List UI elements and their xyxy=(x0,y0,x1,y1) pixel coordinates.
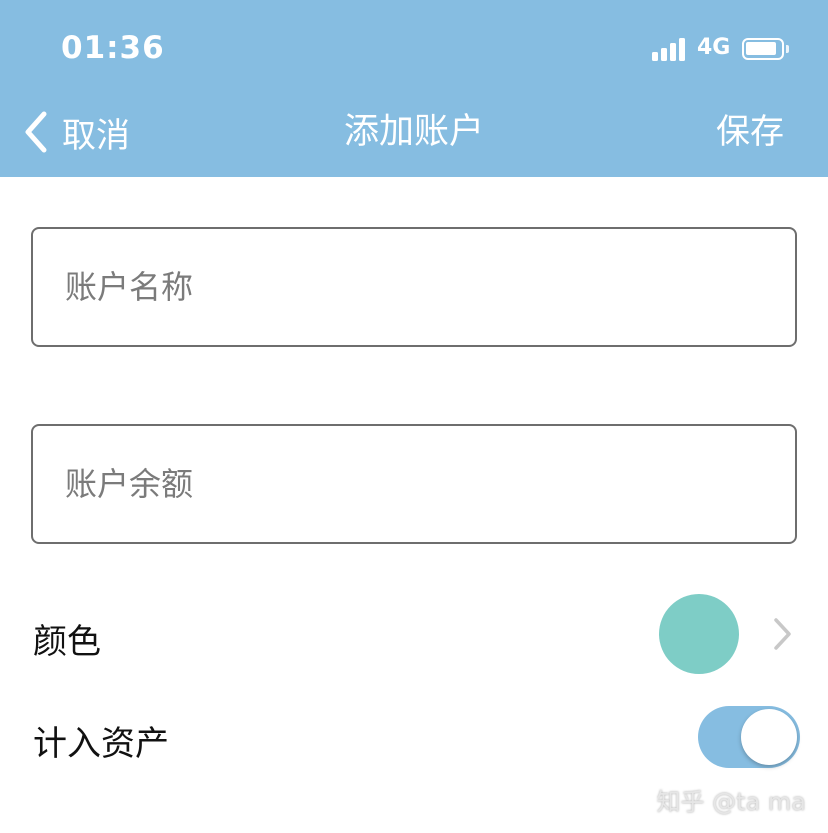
header: 01:36 4G 取消 添加账户 保存 xyxy=(0,0,828,177)
status-time: 01:36 xyxy=(61,30,165,66)
status-bar: 01:36 4G xyxy=(0,0,828,100)
chevron-left-icon xyxy=(25,111,47,153)
account-balance-field xyxy=(31,424,797,544)
network-type: 4G xyxy=(697,35,731,60)
color-swatch[interactable] xyxy=(659,594,739,674)
signal-strength-icon xyxy=(652,38,690,61)
chevron-right-icon[interactable] xyxy=(770,614,794,654)
nav-bar: 取消 添加账户 保存 xyxy=(0,100,828,177)
toggle-knob xyxy=(741,709,797,765)
include-in-assets-toggle[interactable] xyxy=(698,706,800,768)
cancel-label: 取消 xyxy=(62,115,130,156)
color-label: 颜色 xyxy=(33,622,101,662)
save-button[interactable]: 保存 xyxy=(716,108,784,156)
battery-icon xyxy=(742,38,789,60)
account-balance-input[interactable] xyxy=(33,426,795,542)
cancel-button[interactable]: 取消 xyxy=(22,108,130,156)
account-name-field xyxy=(31,227,797,347)
account-name-input[interactable] xyxy=(33,229,795,345)
include-in-assets-label: 计入资产 xyxy=(33,724,169,764)
watermark: 知乎 @ta ma xyxy=(656,788,806,816)
